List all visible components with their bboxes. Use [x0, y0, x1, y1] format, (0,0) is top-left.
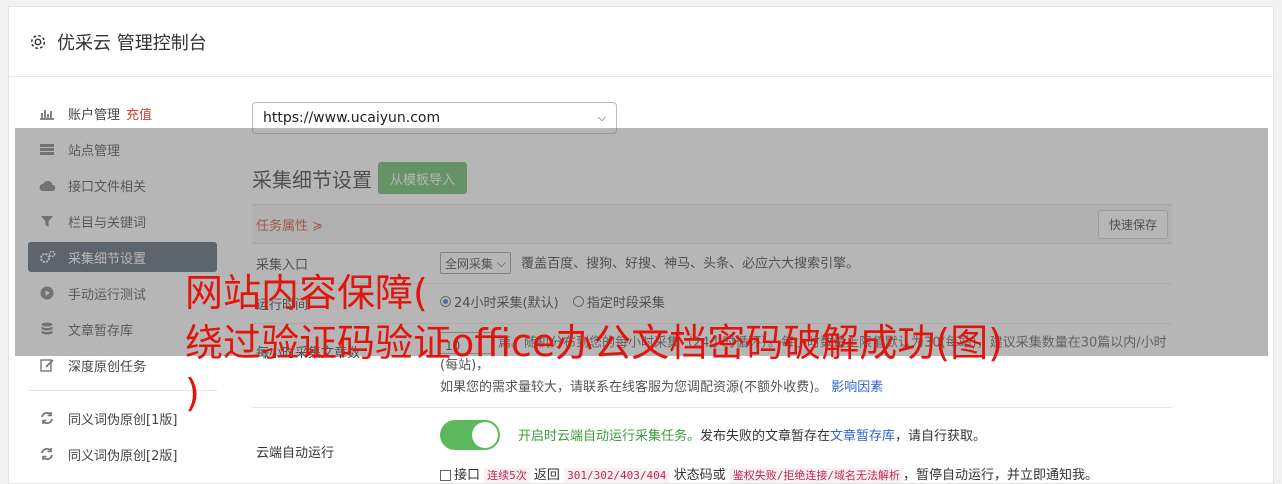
sidebar-item-synonym-v2[interactable]: 同义词伪原创[2版]: [28, 439, 217, 469]
site-select-value: https://www.ucaiyun.com: [263, 110, 441, 126]
code-status: 301/302/403/404: [564, 467, 670, 483]
sidebar-item-label: 同义词伪原创[1版]: [68, 412, 178, 428]
sidebar-item-label: 账户管理: [68, 107, 121, 123]
refresh-icon: [38, 447, 56, 461]
cloud-desc-end: ，请自行获取。: [895, 429, 987, 444]
cloud-desc-green: 开启时云端自动运行采集任务。: [518, 429, 701, 444]
notify-text-b: 返回: [533, 467, 560, 483]
watermark-line-1: 网站内容保障(: [185, 271, 428, 315]
watermark-line-3: ): [185, 371, 200, 415]
notify-text-a: 接口: [454, 467, 481, 483]
refresh-icon: [38, 411, 56, 425]
watermark-line-2: 绕过验证码验证office办公文档密码破解成功(图): [185, 321, 1003, 365]
cloud-desc: 发布失败的文章暂存在: [700, 429, 831, 444]
edit-icon: [38, 358, 56, 372]
gear-icon: [30, 34, 46, 49]
code-errors: 鉴权失败/拒绝连接/域名无法解析: [729, 467, 903, 483]
watermark-caption: 网站内容保障( 绕过验证码验证office办公文档密码破解成功(图) ): [185, 268, 1185, 418]
page-title: 优采云 管理控制台: [57, 32, 207, 54]
row-label: 云端自动运行: [256, 445, 335, 461]
article-store-link[interactable]: 文章暂存库: [830, 425, 895, 444]
cloud-auto-run-toggle[interactable]: [440, 419, 500, 450]
row-cloud-auto-run: 云端自动运行 开启时云端自动运行采集任务。 发布失败的文章暂存在 文章暂存库 ，…: [252, 408, 1172, 484]
chevron-down-icon: ⌵: [597, 111, 606, 124]
console-header: 优采云 管理控制台: [9, 7, 1273, 77]
sidebar-item-label: 同义词伪原创[2版]: [68, 448, 178, 464]
notify-checkbox[interactable]: [440, 469, 451, 481]
sidebar-item-label: 深度原创任务: [68, 359, 147, 375]
bar-chart-icon: [38, 106, 56, 120]
sidebar-item-account[interactable]: 账户管理 充值: [28, 98, 217, 128]
notify-text-d: ，暂停自动运行，并立即通知我。: [902, 467, 1098, 483]
code-consecutive: 连续5次: [484, 467, 530, 483]
notify-text-c: 状态码或: [673, 467, 726, 483]
row-value: 开启时云端自动运行采集任务。 发布失败的文章暂存在 文章暂存库 ，请自行获取。 …: [440, 408, 1172, 484]
recharge-link[interactable]: 充值: [126, 104, 152, 123]
